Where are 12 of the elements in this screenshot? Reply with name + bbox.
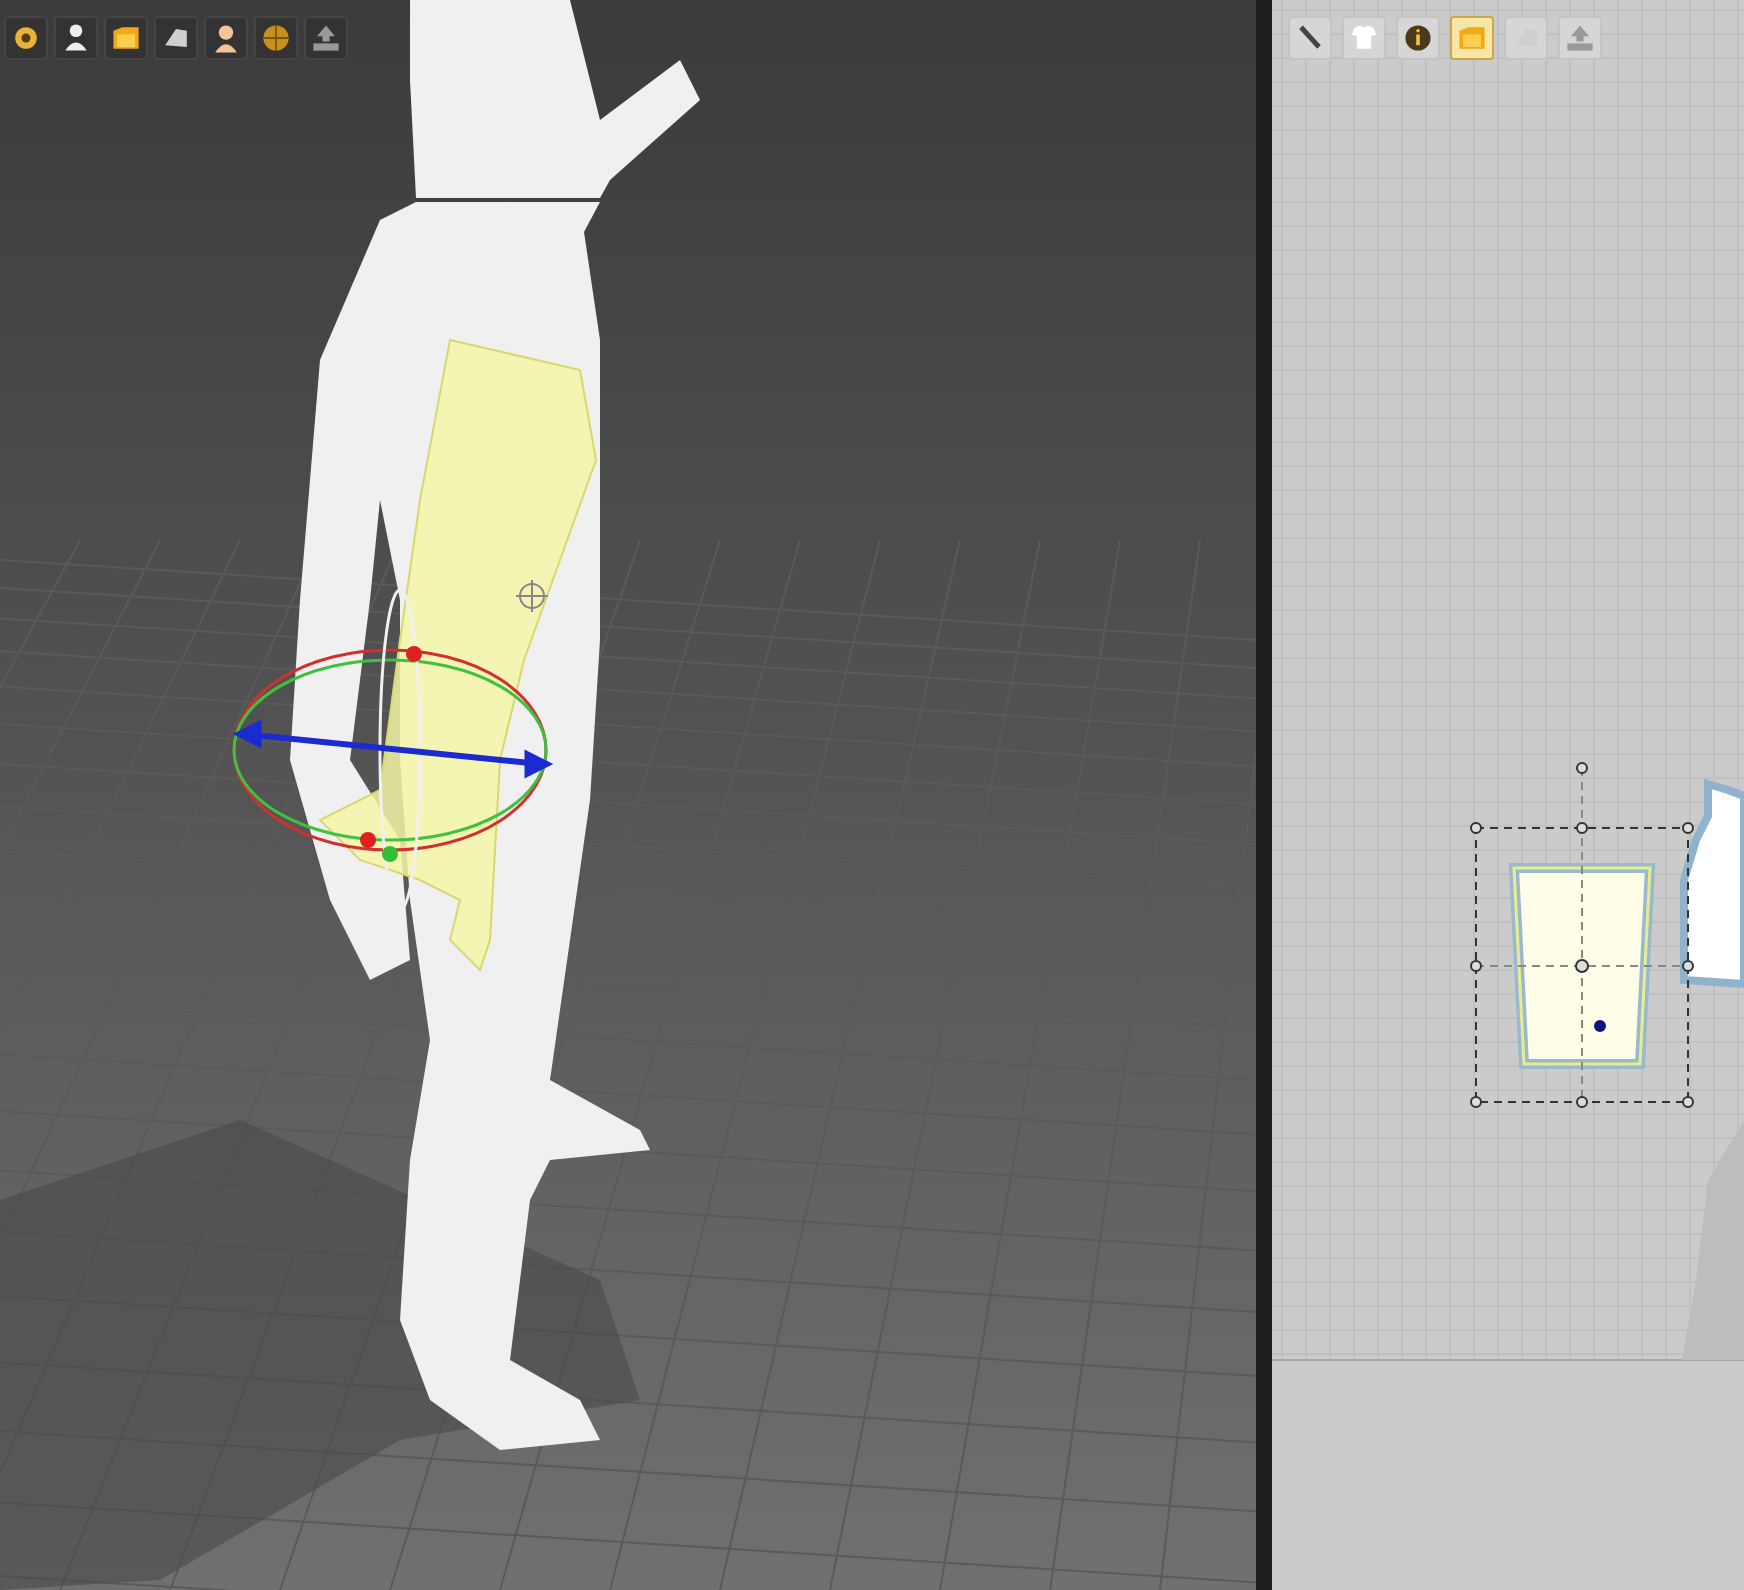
toolbar-button[interactable] — [254, 16, 298, 60]
toolbar-button[interactable] — [304, 16, 348, 60]
export-icon — [308, 20, 344, 56]
toolbar-button[interactable] — [104, 16, 148, 60]
toolbar-button[interactable] — [54, 16, 98, 60]
selection-bounding-box[interactable] — [1470, 762, 1694, 1108]
export-icon — [1562, 20, 1598, 56]
toolbar-button[interactable] — [204, 16, 248, 60]
globe-icon — [258, 20, 294, 56]
toolbar-button[interactable] — [4, 16, 48, 60]
info-icon — [1400, 20, 1436, 56]
toolbar-button[interactable] — [154, 16, 198, 60]
